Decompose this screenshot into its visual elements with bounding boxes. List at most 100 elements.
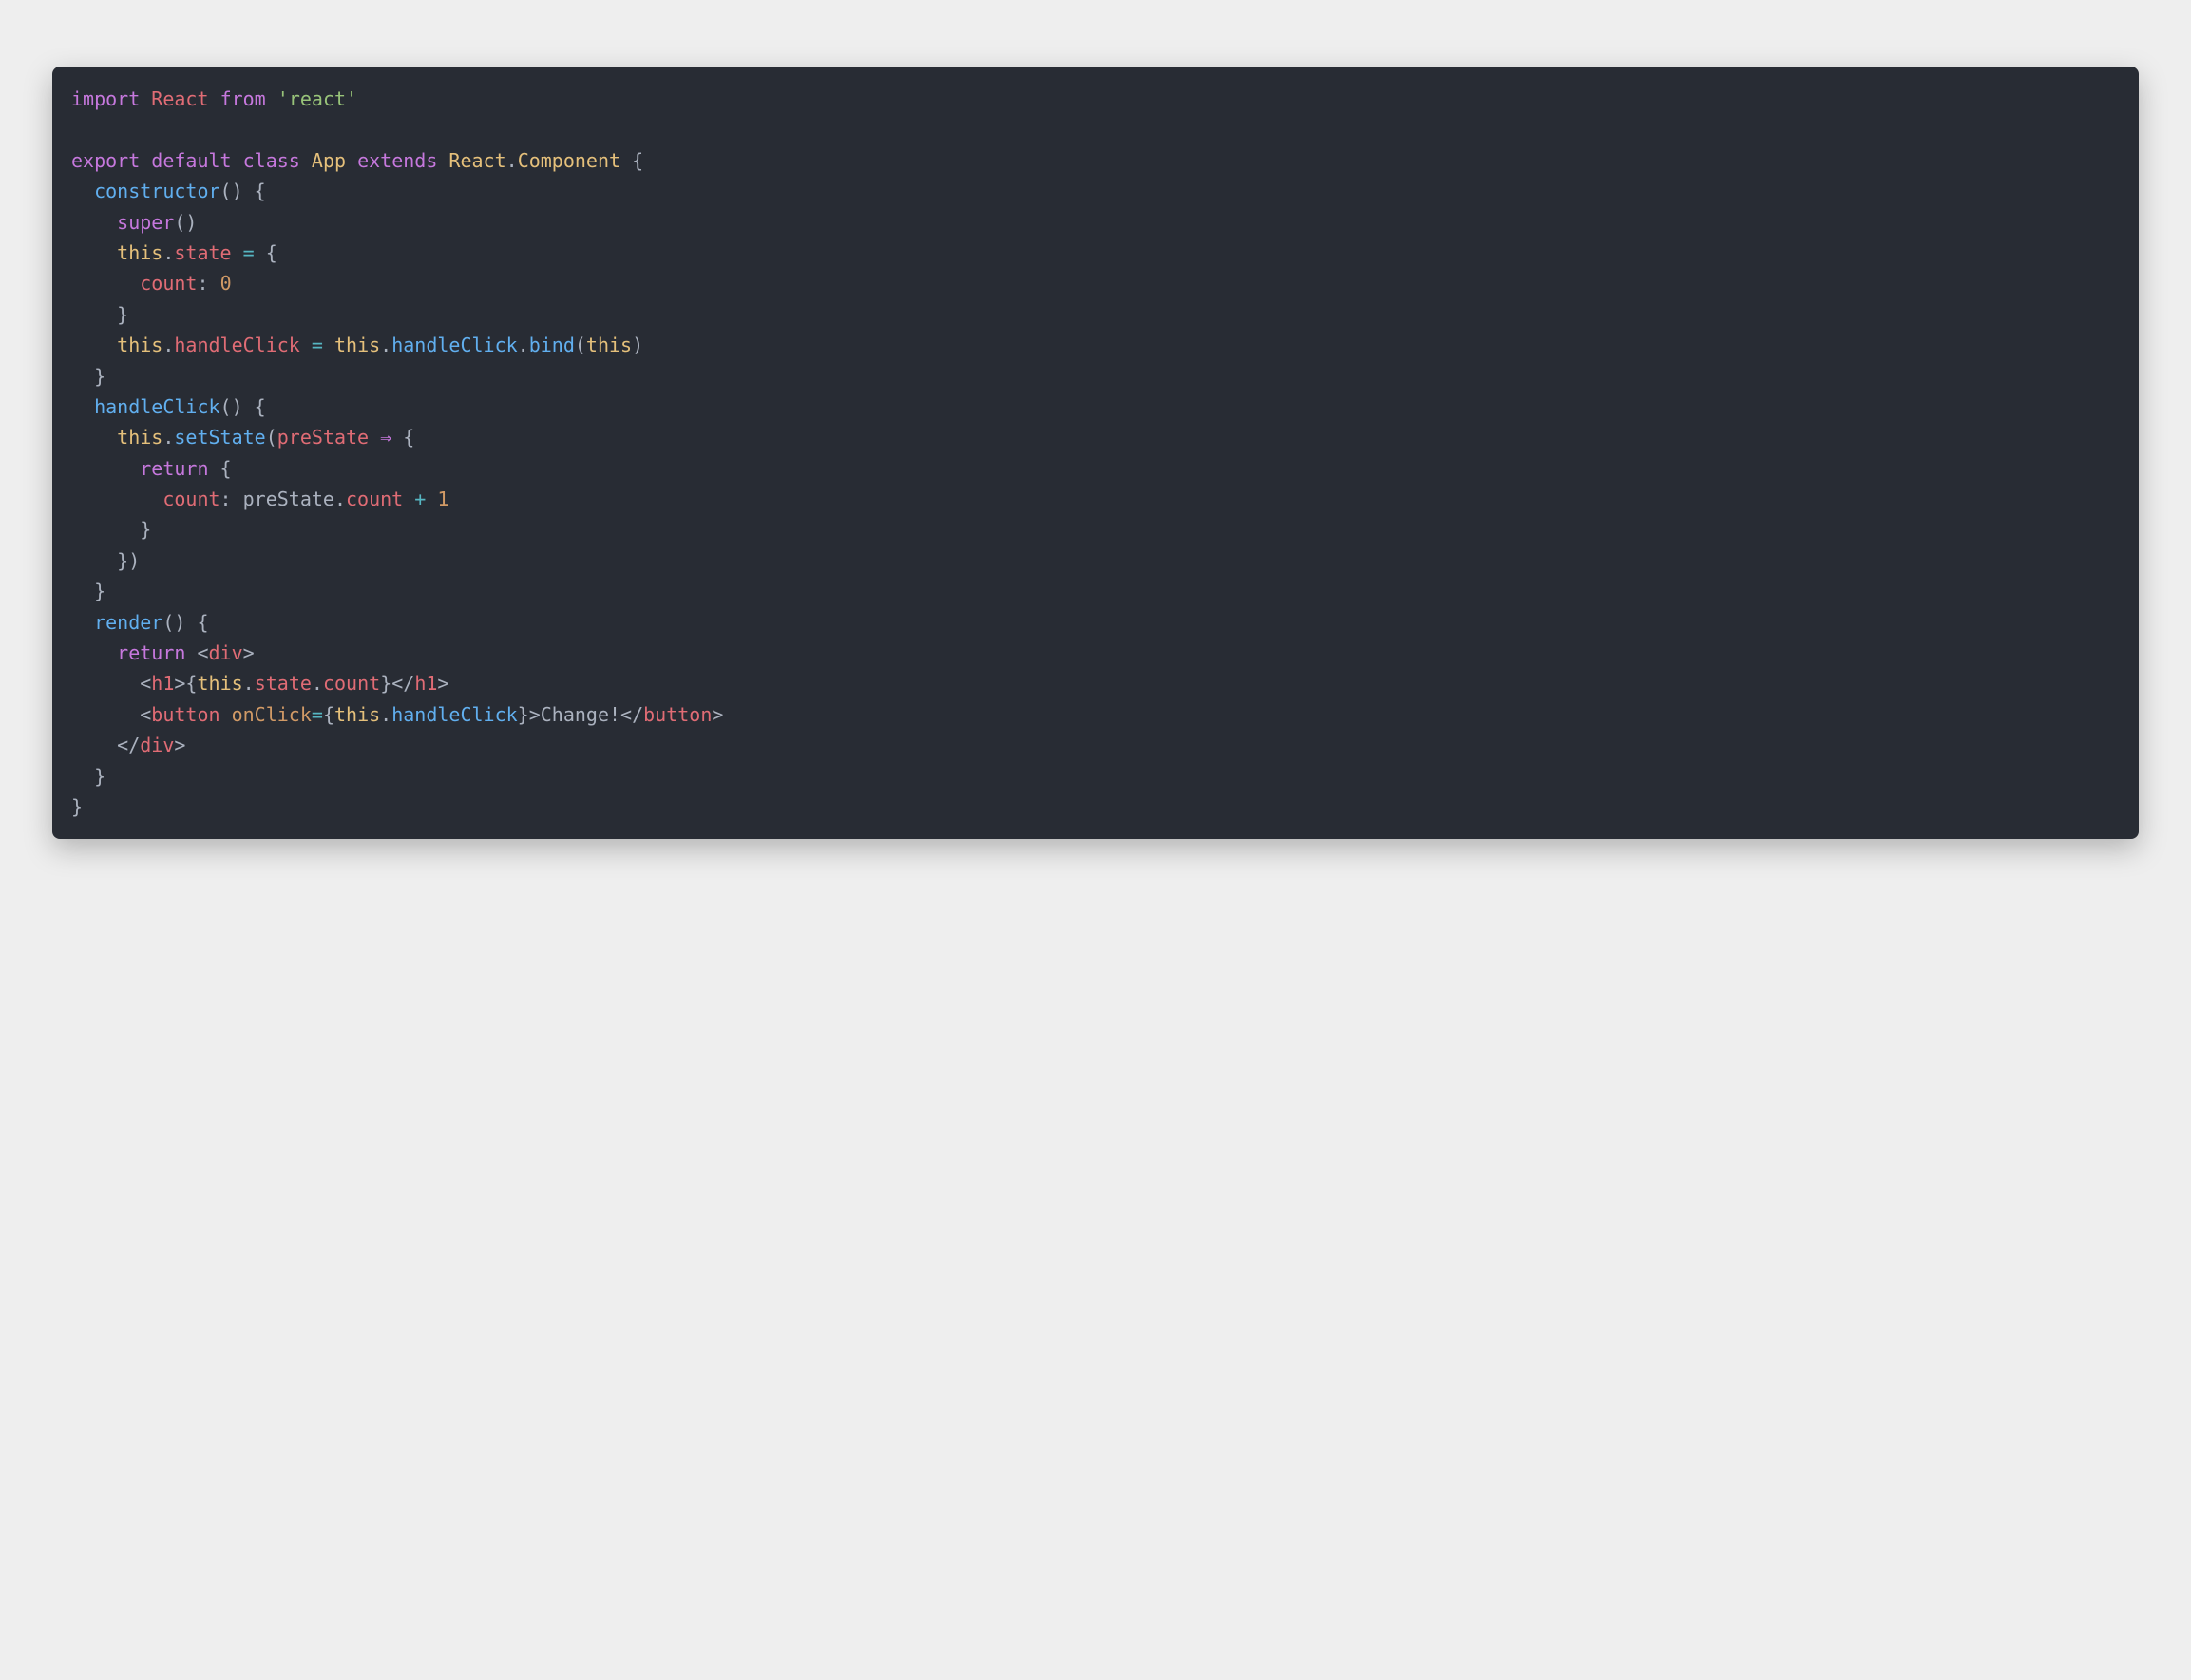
code-token: () {: [162, 611, 208, 634]
code-token: this: [117, 426, 162, 449]
code-token: <: [185, 641, 208, 664]
code-token: =: [312, 334, 323, 356]
code-token: :: [197, 272, 219, 295]
code-line: <button onClick={this.handleClick}>Chang…: [71, 699, 2120, 730]
code-line: [71, 114, 2120, 144]
code-token: <: [71, 672, 151, 695]
code-line: }: [71, 792, 2120, 822]
code-token: }: [71, 518, 151, 541]
code-token: handleClick: [94, 395, 219, 418]
code-token: [403, 487, 414, 510]
code-token: [71, 426, 117, 449]
code-token: (): [174, 211, 197, 234]
code-token: ⇒: [380, 426, 391, 449]
code-line: }: [71, 576, 2120, 606]
code-token: () {: [220, 395, 266, 418]
code-token: [71, 611, 94, 634]
code-line: handleClick() {: [71, 391, 2120, 422]
code-token: [71, 272, 140, 295]
code-token: export: [71, 149, 140, 172]
code-token: this: [117, 241, 162, 264]
code-line: count: 0: [71, 268, 2120, 298]
code-token: [232, 149, 243, 172]
code-token: [71, 457, 140, 480]
code-token: .: [506, 149, 518, 172]
code-token: }: [71, 365, 105, 388]
code-token: bind: [529, 334, 575, 356]
code-token: .: [162, 241, 174, 264]
code-token: this: [197, 672, 242, 695]
code-line: }: [71, 514, 2120, 544]
code-token: 0: [220, 272, 232, 295]
code-token: count: [140, 272, 197, 295]
code-token: .: [162, 334, 174, 356]
code-token: >: [243, 641, 255, 664]
code-token: >{: [174, 672, 197, 695]
code-token: (: [266, 426, 277, 449]
code-line: this.handleClick = this.handleClick.bind…: [71, 330, 2120, 360]
code-token: .: [380, 334, 391, 356]
code-token: preState: [243, 487, 334, 510]
code-token: [300, 149, 312, 172]
code-line: }: [71, 299, 2120, 330]
code-token: extends: [357, 149, 437, 172]
code-token: .: [518, 334, 529, 356]
code-token: return: [117, 641, 185, 664]
code-token: [220, 703, 232, 726]
code-token: ): [632, 334, 643, 356]
code-token: super: [117, 211, 174, 234]
code-token: 'react': [277, 87, 357, 110]
code-line: constructor() {: [71, 176, 2120, 206]
code-token: [209, 87, 220, 110]
code-line: <h1>{this.state.count}</h1>: [71, 668, 2120, 698]
code-token: }: [71, 765, 105, 788]
code-token: div: [140, 734, 174, 756]
code-token: handleClick: [391, 703, 517, 726]
code-token: [140, 87, 151, 110]
code-token: button: [151, 703, 219, 726]
code-token: +: [414, 487, 426, 510]
code-token: Change!: [541, 703, 620, 726]
code-token: render: [94, 611, 162, 634]
code-token: >: [712, 703, 723, 726]
code-token: [369, 426, 380, 449]
code-token: this: [334, 334, 380, 356]
code-token: .: [243, 672, 255, 695]
code-token: this: [334, 703, 380, 726]
code-token: [346, 149, 357, 172]
code-token: App: [312, 149, 346, 172]
code-token: 1: [437, 487, 448, 510]
code-token: .: [162, 426, 174, 449]
code-token: this: [117, 334, 162, 356]
code-line: this.setState(preState ⇒ {: [71, 422, 2120, 452]
code-token: default: [151, 149, 231, 172]
code-token: [71, 395, 94, 418]
code-token: h1: [151, 672, 174, 695]
code-token: }: [71, 303, 128, 326]
code-token: {: [323, 703, 334, 726]
code-token: h1: [414, 672, 437, 695]
code-token: [71, 487, 162, 510]
code-token: [140, 149, 151, 172]
code-token: count: [323, 672, 380, 695]
code-token: button: [643, 703, 712, 726]
code-token: >: [174, 734, 185, 756]
code-token: [232, 241, 243, 264]
code-token: preState: [277, 426, 369, 449]
code-token: [71, 241, 117, 264]
code-token: class: [243, 149, 300, 172]
code-line: }: [71, 761, 2120, 792]
code-line: import React from 'react': [71, 84, 2120, 114]
code-token: [437, 149, 448, 172]
code-line: this.state = {: [71, 238, 2120, 268]
code-token: return: [140, 457, 208, 480]
code-token: React: [448, 149, 505, 172]
code-token: (: [575, 334, 586, 356]
code-token: .: [334, 487, 346, 510]
code-token: [300, 334, 312, 356]
code-token: this: [586, 334, 632, 356]
code-token: <: [71, 703, 151, 726]
code-line: count: preState.count + 1: [71, 484, 2120, 514]
code-token: () {: [220, 180, 266, 202]
code-line: </div>: [71, 730, 2120, 760]
